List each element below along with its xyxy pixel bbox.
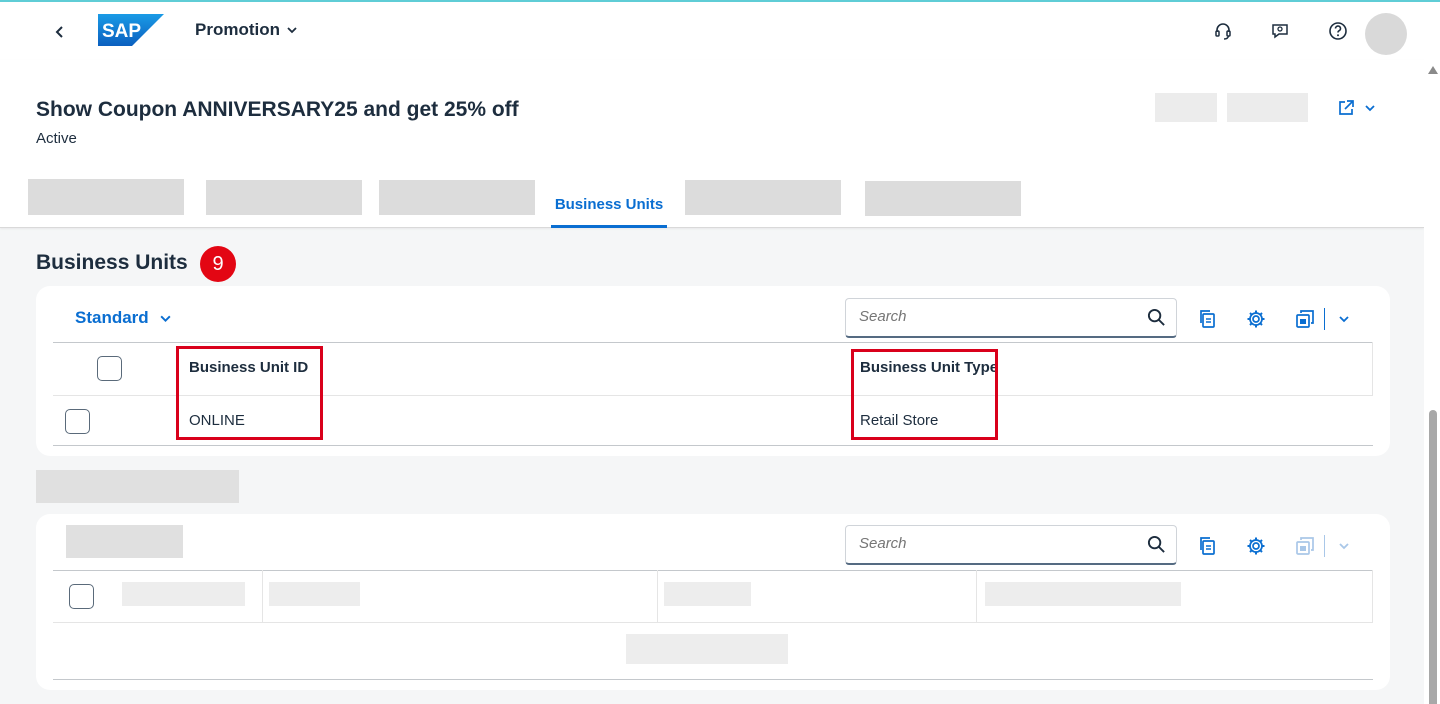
export-icon xyxy=(1296,537,1314,555)
table-header-top-border xyxy=(53,570,1373,571)
section-title: Business Units xyxy=(36,251,188,274)
support-button[interactable] xyxy=(1211,19,1235,43)
chevron-down-icon xyxy=(287,27,297,34)
copy-button[interactable] xyxy=(1195,307,1219,331)
app-title: Promotion xyxy=(195,20,280,39)
gear-icon xyxy=(1247,537,1265,555)
header-action-placeholder[interactable] xyxy=(1227,93,1308,122)
object-header: Show Coupon ANNIVERSARY25 and get 25% of… xyxy=(0,60,1424,228)
search-input[interactable] xyxy=(859,308,1139,325)
chevron-down-icon xyxy=(160,315,171,322)
feedback-button[interactable] xyxy=(1268,19,1292,43)
highlight-box xyxy=(176,346,323,440)
export-icon xyxy=(1296,310,1314,328)
chevron-down-icon xyxy=(1365,105,1375,112)
table-bottom-border xyxy=(53,445,1373,446)
column-header-placeholder[interactable] xyxy=(664,582,751,606)
share-icon xyxy=(1339,100,1354,115)
settings-button[interactable] xyxy=(1244,307,1268,331)
search-field[interactable] xyxy=(845,525,1177,565)
column-header-placeholder[interactable] xyxy=(269,582,360,606)
copy-button[interactable] xyxy=(1195,534,1219,558)
table-bottom-border xyxy=(53,679,1373,680)
export-button-disabled xyxy=(1293,534,1317,558)
section-title-placeholder xyxy=(36,470,239,503)
tab-placeholder[interactable] xyxy=(685,180,841,215)
variant-label: Standard xyxy=(75,308,149,327)
table-right-border xyxy=(1372,570,1373,622)
export-menu-button-disabled xyxy=(1332,534,1356,558)
chevron-left-icon xyxy=(55,26,63,38)
search-button[interactable] xyxy=(1147,308,1166,332)
row-divider xyxy=(53,622,1373,623)
select-all-checkbox[interactable] xyxy=(97,356,122,381)
chevron-down-icon xyxy=(1339,316,1349,323)
search-icon xyxy=(1147,308,1165,326)
step-badge: 9 xyxy=(200,246,236,282)
sap-logo: SAP xyxy=(98,14,164,51)
highlight-box xyxy=(851,349,998,440)
search-input[interactable] xyxy=(859,535,1139,552)
table-header-top-border xyxy=(53,342,1373,343)
copy-icon xyxy=(1200,537,1215,555)
headset-icon xyxy=(1215,23,1231,40)
object-title: Show Coupon ANNIVERSARY25 and get 25% of… xyxy=(36,98,519,121)
back-button[interactable] xyxy=(48,20,72,44)
tab-placeholder[interactable] xyxy=(865,181,1021,216)
column-divider xyxy=(657,570,658,622)
variant-placeholder[interactable] xyxy=(66,525,183,558)
row-select-checkbox[interactable] xyxy=(65,409,90,434)
help-button[interactable] xyxy=(1326,19,1350,43)
search-icon xyxy=(1147,535,1165,553)
tab-placeholder[interactable] xyxy=(379,180,535,215)
column-divider xyxy=(262,570,263,622)
header-action-placeholder[interactable] xyxy=(1155,93,1217,122)
share-button[interactable] xyxy=(1336,98,1376,118)
variant-selector[interactable]: Standard xyxy=(75,308,172,328)
export-button[interactable] xyxy=(1293,307,1317,331)
search-button[interactable] xyxy=(1147,535,1166,559)
toolbar-separator xyxy=(1324,308,1325,330)
no-data-placeholder xyxy=(626,634,788,664)
toolbar-separator xyxy=(1324,535,1325,557)
shell-bar: SAP Promotion xyxy=(0,0,1440,60)
app-title-menu[interactable]: Promotion xyxy=(195,20,298,40)
copy-icon xyxy=(1200,310,1215,328)
export-menu-button[interactable] xyxy=(1332,307,1356,331)
chat-feedback-icon xyxy=(1272,24,1288,39)
column-divider xyxy=(976,570,977,622)
tab-placeholder[interactable] xyxy=(206,180,362,215)
user-avatar[interactable] xyxy=(1365,13,1407,55)
object-status: Active xyxy=(36,130,77,147)
svg-text:SAP: SAP xyxy=(102,21,141,42)
chevron-down-icon xyxy=(1339,543,1349,550)
help-icon xyxy=(1329,22,1347,40)
tab-business-units[interactable]: Business Units xyxy=(551,188,667,228)
gear-icon xyxy=(1247,310,1265,328)
scrollbar-thumb[interactable] xyxy=(1429,410,1437,704)
column-header-placeholder[interactable] xyxy=(122,582,245,606)
tab-placeholder[interactable] xyxy=(28,179,184,215)
scroll-up-arrow[interactable] xyxy=(1428,66,1438,74)
settings-button[interactable] xyxy=(1244,534,1268,558)
select-all-checkbox[interactable] xyxy=(69,584,94,609)
column-header-placeholder[interactable] xyxy=(985,582,1181,606)
table-right-border xyxy=(1372,342,1373,395)
search-field[interactable] xyxy=(845,298,1177,338)
